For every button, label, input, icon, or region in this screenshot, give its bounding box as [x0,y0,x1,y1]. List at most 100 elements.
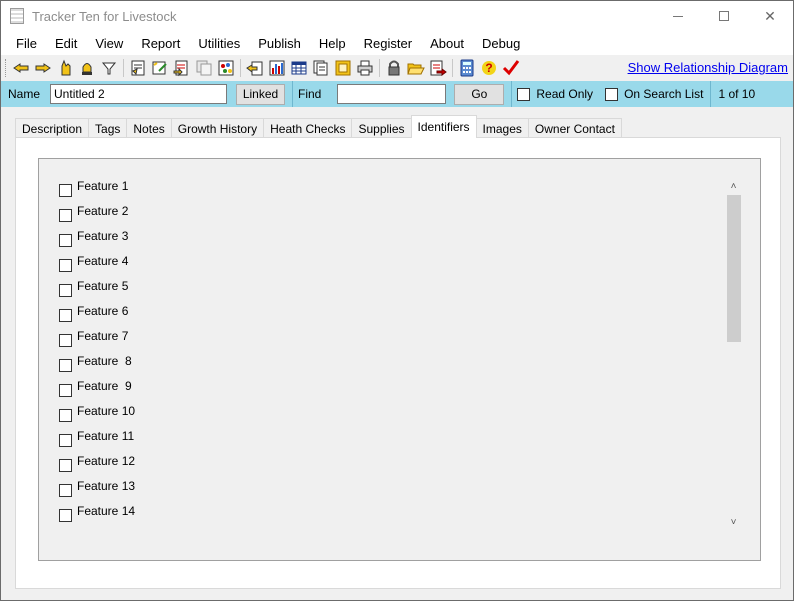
feature-checkbox[interactable] [59,259,72,272]
feature-row[interactable]: Feature 13 [59,479,135,504]
tab-owner-contact[interactable]: Owner Contact [527,118,622,138]
frame-icon[interactable] [332,57,354,79]
scroll-up-button[interactable]: ˄ [725,177,742,195]
feature-checkbox[interactable] [59,509,72,522]
tab-tags[interactable]: Tags [88,118,128,138]
menu-view[interactable]: View [86,36,132,51]
feature-checkbox[interactable] [59,234,72,247]
pointer-doc-icon[interactable] [244,57,266,79]
menu-register[interactable]: Register [355,36,421,51]
help-icon[interactable]: ? [478,57,500,79]
read-only-checkbox[interactable] [517,87,531,101]
vertical-scrollbar[interactable]: ˄ ˅ [725,177,742,531]
pointer-left-icon[interactable] [10,57,32,79]
feature-checkbox[interactable] [59,434,72,447]
tab-description[interactable]: Description [15,118,90,138]
tab-supplies[interactable]: Supplies [351,118,412,138]
feature-checkbox[interactable] [59,284,72,297]
scroll-thumb[interactable] [727,195,741,342]
on-search-list-option[interactable]: On Search List [605,87,703,101]
tab-notes[interactable]: Notes [126,118,172,138]
chart-icon[interactable] [215,57,237,79]
pages-icon[interactable] [310,57,332,79]
find-input[interactable] [337,84,447,104]
feature-checkbox[interactable] [59,209,72,222]
feature-checkbox[interactable] [59,309,72,322]
feature-checkbox[interactable] [59,409,72,422]
pointer-right-icon[interactable] [32,57,54,79]
minimize-button[interactable] [655,1,701,31]
tab-images[interactable]: Images [475,118,529,138]
close-icon: ✕ [764,7,776,24]
table-icon[interactable] [288,57,310,79]
linked-button[interactable]: Linked [236,83,286,105]
hand-icon[interactable] [54,57,76,79]
toolbar-separator [240,59,241,77]
feature-row[interactable]: Feature 7 [59,329,128,354]
menu-publish[interactable]: Publish [249,36,310,51]
tab-growth-history[interactable]: Growth History [170,118,265,138]
toolbar-separator [452,59,453,77]
feature-label: Feature 4 [77,254,129,268]
feature-row[interactable]: Feature 1 [59,179,128,204]
feature-checkbox[interactable] [59,359,72,372]
feature-checkbox[interactable] [59,334,72,347]
feature-row[interactable]: Feature 12 [59,454,135,479]
feature-row[interactable]: Feature 6 [59,304,128,329]
read-only-option[interactable]: Read Only [517,87,593,101]
feature-row[interactable]: Feature 14 [59,504,135,529]
feature-row[interactable]: Feature 3 [59,229,128,254]
tab-heath-checks[interactable]: Heath Checks [263,118,353,138]
feature-row[interactable]: Feature 4 [59,254,128,279]
feature-label: Feature 14 [77,504,136,518]
feature-checkbox[interactable] [59,459,72,472]
feature-checkbox[interactable] [59,384,72,397]
edit-record-icon[interactable] [149,57,171,79]
feature-checkbox[interactable] [59,184,72,197]
feature-checkbox[interactable] [59,484,72,497]
folder-open-icon[interactable] [405,57,427,79]
close-button[interactable]: ✕ [747,1,793,31]
filter-icon[interactable] [98,57,120,79]
menu-help[interactable]: Help [310,36,355,51]
on-search-list-checkbox[interactable] [605,87,619,101]
menu-edit[interactable]: Edit [46,36,86,51]
lock-icon[interactable] [383,57,405,79]
bell-icon[interactable] [76,57,98,79]
toolbar-grip[interactable] [5,59,7,77]
feature-row[interactable]: Feature 10 [59,404,135,429]
find-label: Find [298,87,322,101]
show-relationship-diagram-link[interactable]: Show Relationship Diagram [628,60,788,75]
feature-label: Feature 12 [77,454,136,468]
scroll-down-button[interactable]: ˅ [725,513,742,531]
import-icon[interactable] [171,57,193,79]
feature-row[interactable]: Feature 5 [59,279,128,304]
feature-row[interactable]: Feature 8 [59,354,132,379]
copy-icon[interactable] [193,57,215,79]
feature-row[interactable]: Feature 9 [59,379,132,404]
bar-chart-icon[interactable] [266,57,288,79]
go-button[interactable]: Go [454,83,505,105]
search-separator [511,81,513,107]
calculator-icon[interactable] [456,57,478,79]
checkmark-icon[interactable] [500,57,522,79]
tab-identifiers[interactable]: Identifiers [410,115,477,138]
maximize-button[interactable] [701,1,747,31]
scroll-track[interactable] [725,195,742,513]
report-icon[interactable] [127,57,149,79]
name-input[interactable] [50,84,228,104]
export-icon[interactable] [427,57,449,79]
feature-label: Feature 10 [77,404,136,418]
menu-utilities[interactable]: Utilities [189,36,249,51]
feature-row[interactable]: Feature 11 [59,429,134,454]
print-icon[interactable] [354,57,376,79]
toolbar-separator [123,59,124,77]
menu-file[interactable]: File [7,36,46,51]
feature-row[interactable]: Feature 2 [59,204,128,229]
menu-bar: File Edit View Report Utilities Publish … [1,31,793,55]
feature-label: Feature 5 [77,279,129,293]
menu-about[interactable]: About [421,36,473,51]
app-window: Tracker Ten for Livestock ✕ File Edit Vi… [0,0,794,601]
menu-report[interactable]: Report [132,36,189,51]
menu-debug[interactable]: Debug [473,36,529,51]
